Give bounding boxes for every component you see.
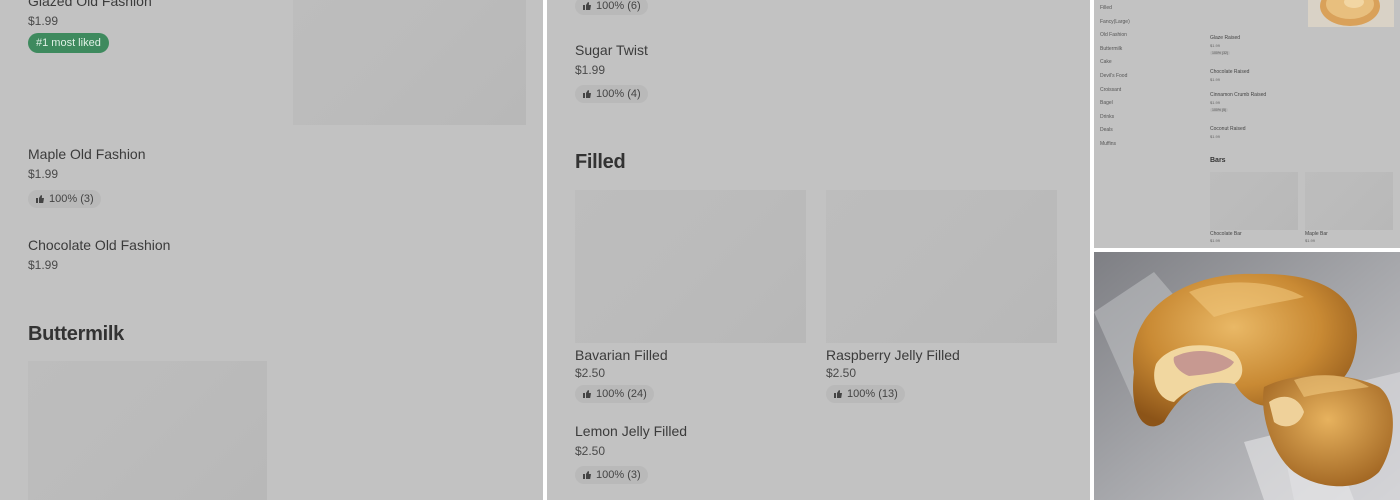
rating-text: 100% (3) — [596, 469, 641, 481]
nav-item[interactable]: Devil's Food — [1100, 73, 1127, 79]
item-price: $1.99 — [1210, 77, 1221, 82]
rating-badge: 100% (32) — [1210, 51, 1231, 55]
rating-text: 100% (13) — [847, 388, 898, 400]
most-liked-badge: #1 most liked — [28, 33, 109, 53]
item-name[interactable]: Maple Bar — [1305, 231, 1328, 237]
thumbs-up-icon — [583, 471, 591, 479]
nav-item[interactable]: Old Fashion — [1100, 32, 1127, 38]
nav-item[interactable]: Croissant — [1100, 87, 1121, 93]
nav-item[interactable]: Cake — [1100, 59, 1112, 65]
thumbs-up-icon — [583, 2, 591, 10]
item-image[interactable] — [293, 0, 526, 125]
croissant-image — [1094, 252, 1400, 500]
item-price: $1.99 — [575, 63, 606, 77]
nav-item[interactable]: Fancy(Large) — [1100, 19, 1130, 25]
section-title: Buttermilk — [28, 323, 124, 345]
item-name[interactable]: Coconut Raised — [1210, 126, 1246, 132]
item-name[interactable]: Glaze Raised — [1210, 35, 1240, 41]
item-price: $1.99 — [1305, 238, 1316, 243]
menu-thumbnail-panel: Filled Fancy(Large) Old Fashion Buttermi… — [1094, 0, 1400, 248]
item-image[interactable] — [28, 361, 267, 500]
item-image[interactable] — [1210, 172, 1298, 230]
item-name[interactable]: Bavarian Filled — [575, 347, 668, 363]
rating-badge: 100% (6) — [575, 0, 648, 15]
item-image[interactable] — [575, 190, 806, 343]
item-name[interactable]: Glazed Old Fashion — [28, 0, 152, 9]
item-name[interactable]: Lemon Jelly Filled — [575, 423, 687, 439]
item-name[interactable]: Sugar Twist — [575, 42, 648, 58]
item-name[interactable]: Raspberry Jelly Filled — [826, 347, 960, 363]
nav-item[interactable]: Buttermilk — [1100, 46, 1122, 52]
nav-item[interactable]: Bagel — [1100, 100, 1113, 106]
rating-badge: 100% (13) — [826, 385, 905, 403]
item-image[interactable] — [1308, 0, 1394, 27]
item-price: $2.50 — [575, 444, 606, 458]
thumbs-up-icon — [834, 390, 842, 398]
thumbs-up-icon — [583, 390, 591, 398]
rating-text: 100% (24) — [596, 388, 647, 400]
nav-item[interactable]: Filled — [1100, 5, 1112, 11]
item-price: $1.99 — [28, 167, 59, 181]
menu-panel-middle: 100% (6) Sugar Twist $1.99 100% (4) Fill… — [547, 0, 1090, 500]
item-image[interactable] — [826, 190, 1057, 343]
rating-text: 100% (6) — [596, 0, 641, 12]
menu-panel-left: Glazed Old Fashion $1.99 #1 most liked M… — [0, 0, 543, 500]
rating-text: 100% (3) — [49, 193, 94, 205]
item-name[interactable]: Cinnamon Crumb Raised — [1210, 92, 1266, 98]
rating-badge: 100% (24) — [575, 385, 654, 403]
section-title: Filled — [575, 151, 626, 173]
item-price: $1.99 — [28, 258, 59, 272]
item-price: $1.99 — [1210, 238, 1221, 243]
nav-item[interactable]: Deals — [1100, 127, 1113, 133]
item-price: $1.99 — [1210, 134, 1221, 139]
item-name[interactable]: Chocolate Bar — [1210, 231, 1242, 237]
croissant-photo — [1094, 252, 1400, 500]
item-name[interactable]: Maple Old Fashion — [28, 146, 146, 162]
thumbs-up-icon — [36, 195, 44, 203]
item-name[interactable]: Chocolate Old Fashion — [28, 237, 170, 253]
nav-item[interactable]: Drinks — [1100, 114, 1114, 120]
rating-badge: 100% (3) — [575, 466, 648, 484]
item-price: $1.99 — [28, 14, 59, 28]
nav-item[interactable]: Muffins — [1100, 141, 1116, 147]
item-price: $2.50 — [575, 366, 606, 380]
section-title: Bars — [1210, 157, 1226, 164]
item-price: $1.99 — [1210, 43, 1221, 48]
item-price: $2.50 — [826, 366, 857, 380]
rating-badge: 100% (5) — [1210, 108, 1229, 112]
item-name[interactable]: Chocolate Raised — [1210, 69, 1249, 75]
item-image[interactable] — [1305, 172, 1393, 230]
donut-image — [1308, 0, 1394, 27]
rating-text: 100% (4) — [596, 88, 641, 100]
thumbs-up-icon — [583, 90, 591, 98]
item-price: $1.99 — [1210, 100, 1221, 105]
rating-badge: 100% (3) — [28, 190, 101, 208]
rating-badge: 100% (4) — [575, 85, 648, 103]
